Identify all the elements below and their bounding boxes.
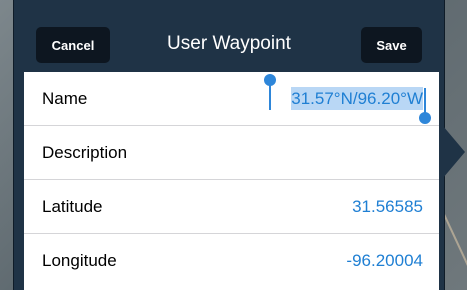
selection-start-handle[interactable] xyxy=(269,82,271,110)
longitude-label: Longitude xyxy=(42,251,117,270)
name-label: Name xyxy=(42,89,88,108)
popover-arrow xyxy=(443,126,465,178)
waypoint-popover: Cancel User Waypoint Save Name 31.57°N/9… xyxy=(13,0,445,290)
selection-end-knob[interactable] xyxy=(419,112,431,124)
latitude-label: Latitude xyxy=(42,197,103,216)
latitude-value[interactable]: 31.56585 xyxy=(352,180,423,234)
latitude-row[interactable]: Latitude 31.56585 xyxy=(24,180,439,234)
waypoint-fields-list: Name 31.57°N/96.20°W Description Latitud… xyxy=(24,72,439,290)
popover-header: Cancel User Waypoint Save xyxy=(14,0,444,72)
name-row[interactable]: Name 31.57°N/96.20°W xyxy=(24,72,439,126)
save-button[interactable]: Save xyxy=(361,27,422,63)
name-value[interactable]: 31.57°N/96.20°W xyxy=(291,87,423,110)
description-label: Description xyxy=(42,143,128,162)
description-row[interactable]: Description xyxy=(24,126,439,180)
longitude-value[interactable]: -96.20004 xyxy=(346,234,423,288)
name-field[interactable]: 31.57°N/96.20°W xyxy=(291,72,423,126)
longitude-row[interactable]: Longitude -96.20004 xyxy=(24,234,439,288)
